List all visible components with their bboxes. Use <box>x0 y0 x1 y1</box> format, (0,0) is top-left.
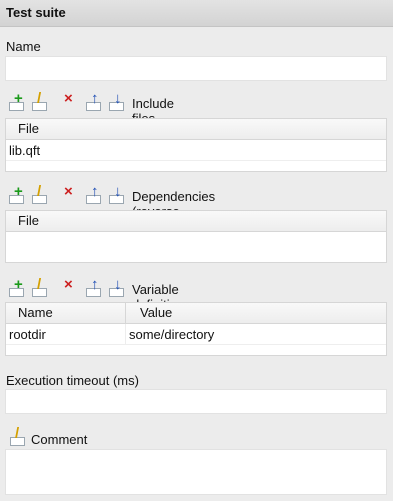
dependencies-move-down-button[interactable]: ↓ <box>108 183 126 205</box>
column-separator[interactable] <box>125 303 126 323</box>
variables-move-up-button[interactable]: ↑ <box>85 276 103 298</box>
cell-file: lib.qft <box>9 143 41 158</box>
edit-icon: / <box>37 90 42 107</box>
cell-separator <box>125 324 126 344</box>
column-header-file[interactable]: File <box>18 213 39 228</box>
add-icon: + <box>14 183 23 200</box>
move-down-icon: ↓ <box>114 276 122 293</box>
edit-icon: / <box>37 276 42 293</box>
dependencies-delete-button[interactable]: × <box>60 183 78 205</box>
panel-header: Test suite <box>0 0 393 27</box>
table-row[interactable]: rootdir some/directory <box>6 324 386 345</box>
name-field[interactable] <box>5 56 387 81</box>
include-files-table[interactable]: File lib.qft <box>5 118 387 172</box>
timeout-label: Execution timeout (ms) <box>6 373 139 388</box>
edit-icon: / <box>37 183 42 200</box>
delete-icon: × <box>64 90 73 107</box>
include-move-down-button[interactable]: ↓ <box>108 90 126 112</box>
delete-icon: × <box>64 276 73 293</box>
include-move-up-button[interactable]: ↑ <box>85 90 103 112</box>
move-up-icon: ↑ <box>91 183 99 200</box>
comment-edit-button[interactable]: / <box>8 425 28 447</box>
dependencies-edit-button[interactable]: / <box>31 183 49 205</box>
comment-field[interactable] <box>5 449 387 495</box>
cell-value: some/directory <box>129 327 215 342</box>
dependencies-add-button[interactable]: + <box>8 183 26 205</box>
include-add-button[interactable]: + <box>8 90 26 112</box>
variables-delete-button[interactable]: × <box>60 276 78 298</box>
include-delete-button[interactable]: × <box>60 90 78 112</box>
variables-move-down-button[interactable]: ↓ <box>108 276 126 298</box>
column-header-name[interactable]: Name <box>18 305 53 320</box>
move-down-icon: ↓ <box>114 183 122 200</box>
include-files-header: File <box>6 119 386 140</box>
column-header-file[interactable]: File <box>18 121 39 136</box>
dependencies-move-up-button[interactable]: ↑ <box>85 183 103 205</box>
dependencies-table[interactable]: File <box>5 210 387 263</box>
column-header-value[interactable]: Value <box>140 305 172 320</box>
delete-icon: × <box>64 183 73 200</box>
name-label: Name <box>6 39 41 54</box>
timeout-field[interactable] <box>5 389 387 414</box>
include-edit-button[interactable]: / <box>31 90 49 112</box>
add-icon: + <box>14 276 23 293</box>
move-down-icon: ↓ <box>114 90 122 107</box>
move-up-icon: ↑ <box>91 276 99 293</box>
dependencies-header: File <box>6 211 386 232</box>
panel-title: Test suite <box>6 5 66 20</box>
cell-name: rootdir <box>9 327 46 342</box>
variables-add-button[interactable]: + <box>8 276 26 298</box>
edit-icon: / <box>15 425 20 442</box>
variables-header: Name Value <box>6 303 386 324</box>
add-icon: + <box>14 90 23 107</box>
comment-label: Comment <box>31 432 88 447</box>
variables-table[interactable]: Name Value rootdir some/directory <box>5 302 387 356</box>
variables-edit-button[interactable]: / <box>31 276 49 298</box>
move-up-icon: ↑ <box>91 90 99 107</box>
table-row[interactable]: lib.qft <box>6 140 386 161</box>
